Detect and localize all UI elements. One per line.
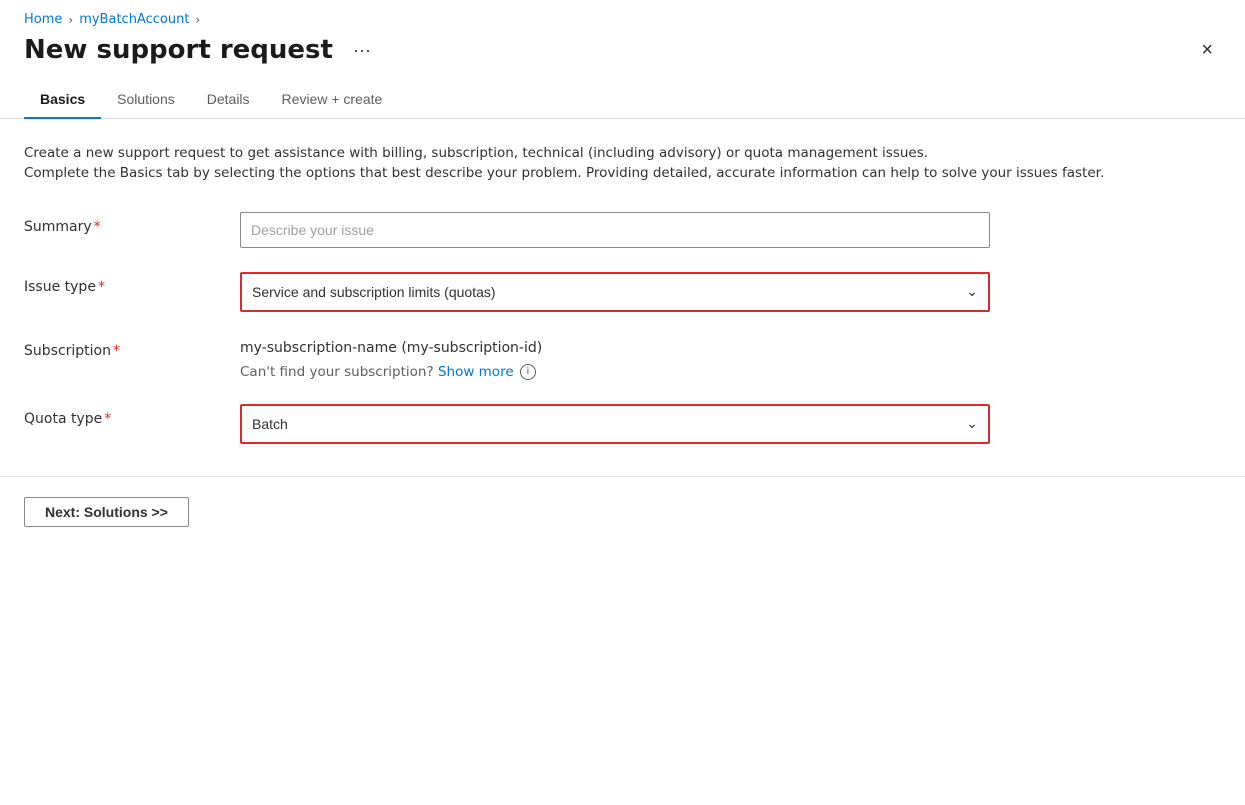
next-solutions-button[interactable]: Next: Solutions >> [24,497,189,527]
summary-required: * [94,219,101,235]
summary-input[interactable] [240,212,990,248]
page-header-left: New support request ··· [24,35,379,65]
breadcrumb-sep-2: › [195,13,200,27]
tab-details[interactable]: Details [191,81,266,119]
breadcrumb-home[interactable]: Home [24,12,62,27]
description-line2: Complete the Basics tab by selecting the… [24,165,1104,181]
quota-type-select-wrapper: Batch Compute Storage ⌄ [240,404,990,444]
subscription-label: Subscription* [24,336,224,359]
tabs-container: Basics Solutions Details Review + create [0,81,1245,119]
issue-type-label: Issue type* [24,272,224,295]
tab-review-create[interactable]: Review + create [266,81,399,119]
issue-type-select[interactable]: Service and subscription limits (quotas)… [242,274,988,310]
quota-type-select[interactable]: Batch Compute Storage [242,406,988,442]
subscription-row: Subscription* my-subscription-name (my-s… [24,336,1176,380]
description-text: Create a new support request to get assi… [24,143,1124,184]
breadcrumb-batch-account[interactable]: myBatchAccount [79,12,189,27]
quota-type-row: Quota type* Batch Compute Storage ⌄ [24,404,1176,444]
quota-type-label: Quota type* [24,404,224,427]
summary-label: Summary* [24,212,224,235]
close-button[interactable]: × [1193,36,1221,64]
quota-type-required: * [104,411,111,427]
page-title: New support request [24,35,333,65]
info-icon[interactable]: i [520,364,536,380]
page-header: New support request ··· × [0,35,1245,81]
subscription-area: my-subscription-name (my-subscription-id… [240,336,990,380]
issue-type-select-wrapper: Service and subscription limits (quotas)… [240,272,990,312]
issue-type-required: * [98,279,105,295]
summary-row: Summary* [24,212,1176,248]
cant-find-subscription: Can't find your subscription? Show more … [240,364,990,380]
footer: Next: Solutions >> [0,477,1245,547]
breadcrumb-sep-1: › [68,13,73,27]
issue-type-row: Issue type* Service and subscription lim… [24,272,1176,312]
description-line1: Create a new support request to get assi… [24,145,928,161]
more-options-button[interactable]: ··· [345,36,379,65]
tab-solutions[interactable]: Solutions [101,81,191,119]
subscription-value: my-subscription-name (my-subscription-id… [240,336,990,356]
summary-control [240,212,990,248]
show-more-link[interactable]: Show more [438,364,514,380]
breadcrumb: Home › myBatchAccount › [0,0,1245,35]
tab-basics[interactable]: Basics [24,81,101,119]
issue-type-control: Service and subscription limits (quotas)… [240,272,990,312]
subscription-required: * [113,343,120,359]
quota-type-control: Batch Compute Storage ⌄ [240,404,990,444]
form-area: Create a new support request to get assi… [0,119,1200,444]
